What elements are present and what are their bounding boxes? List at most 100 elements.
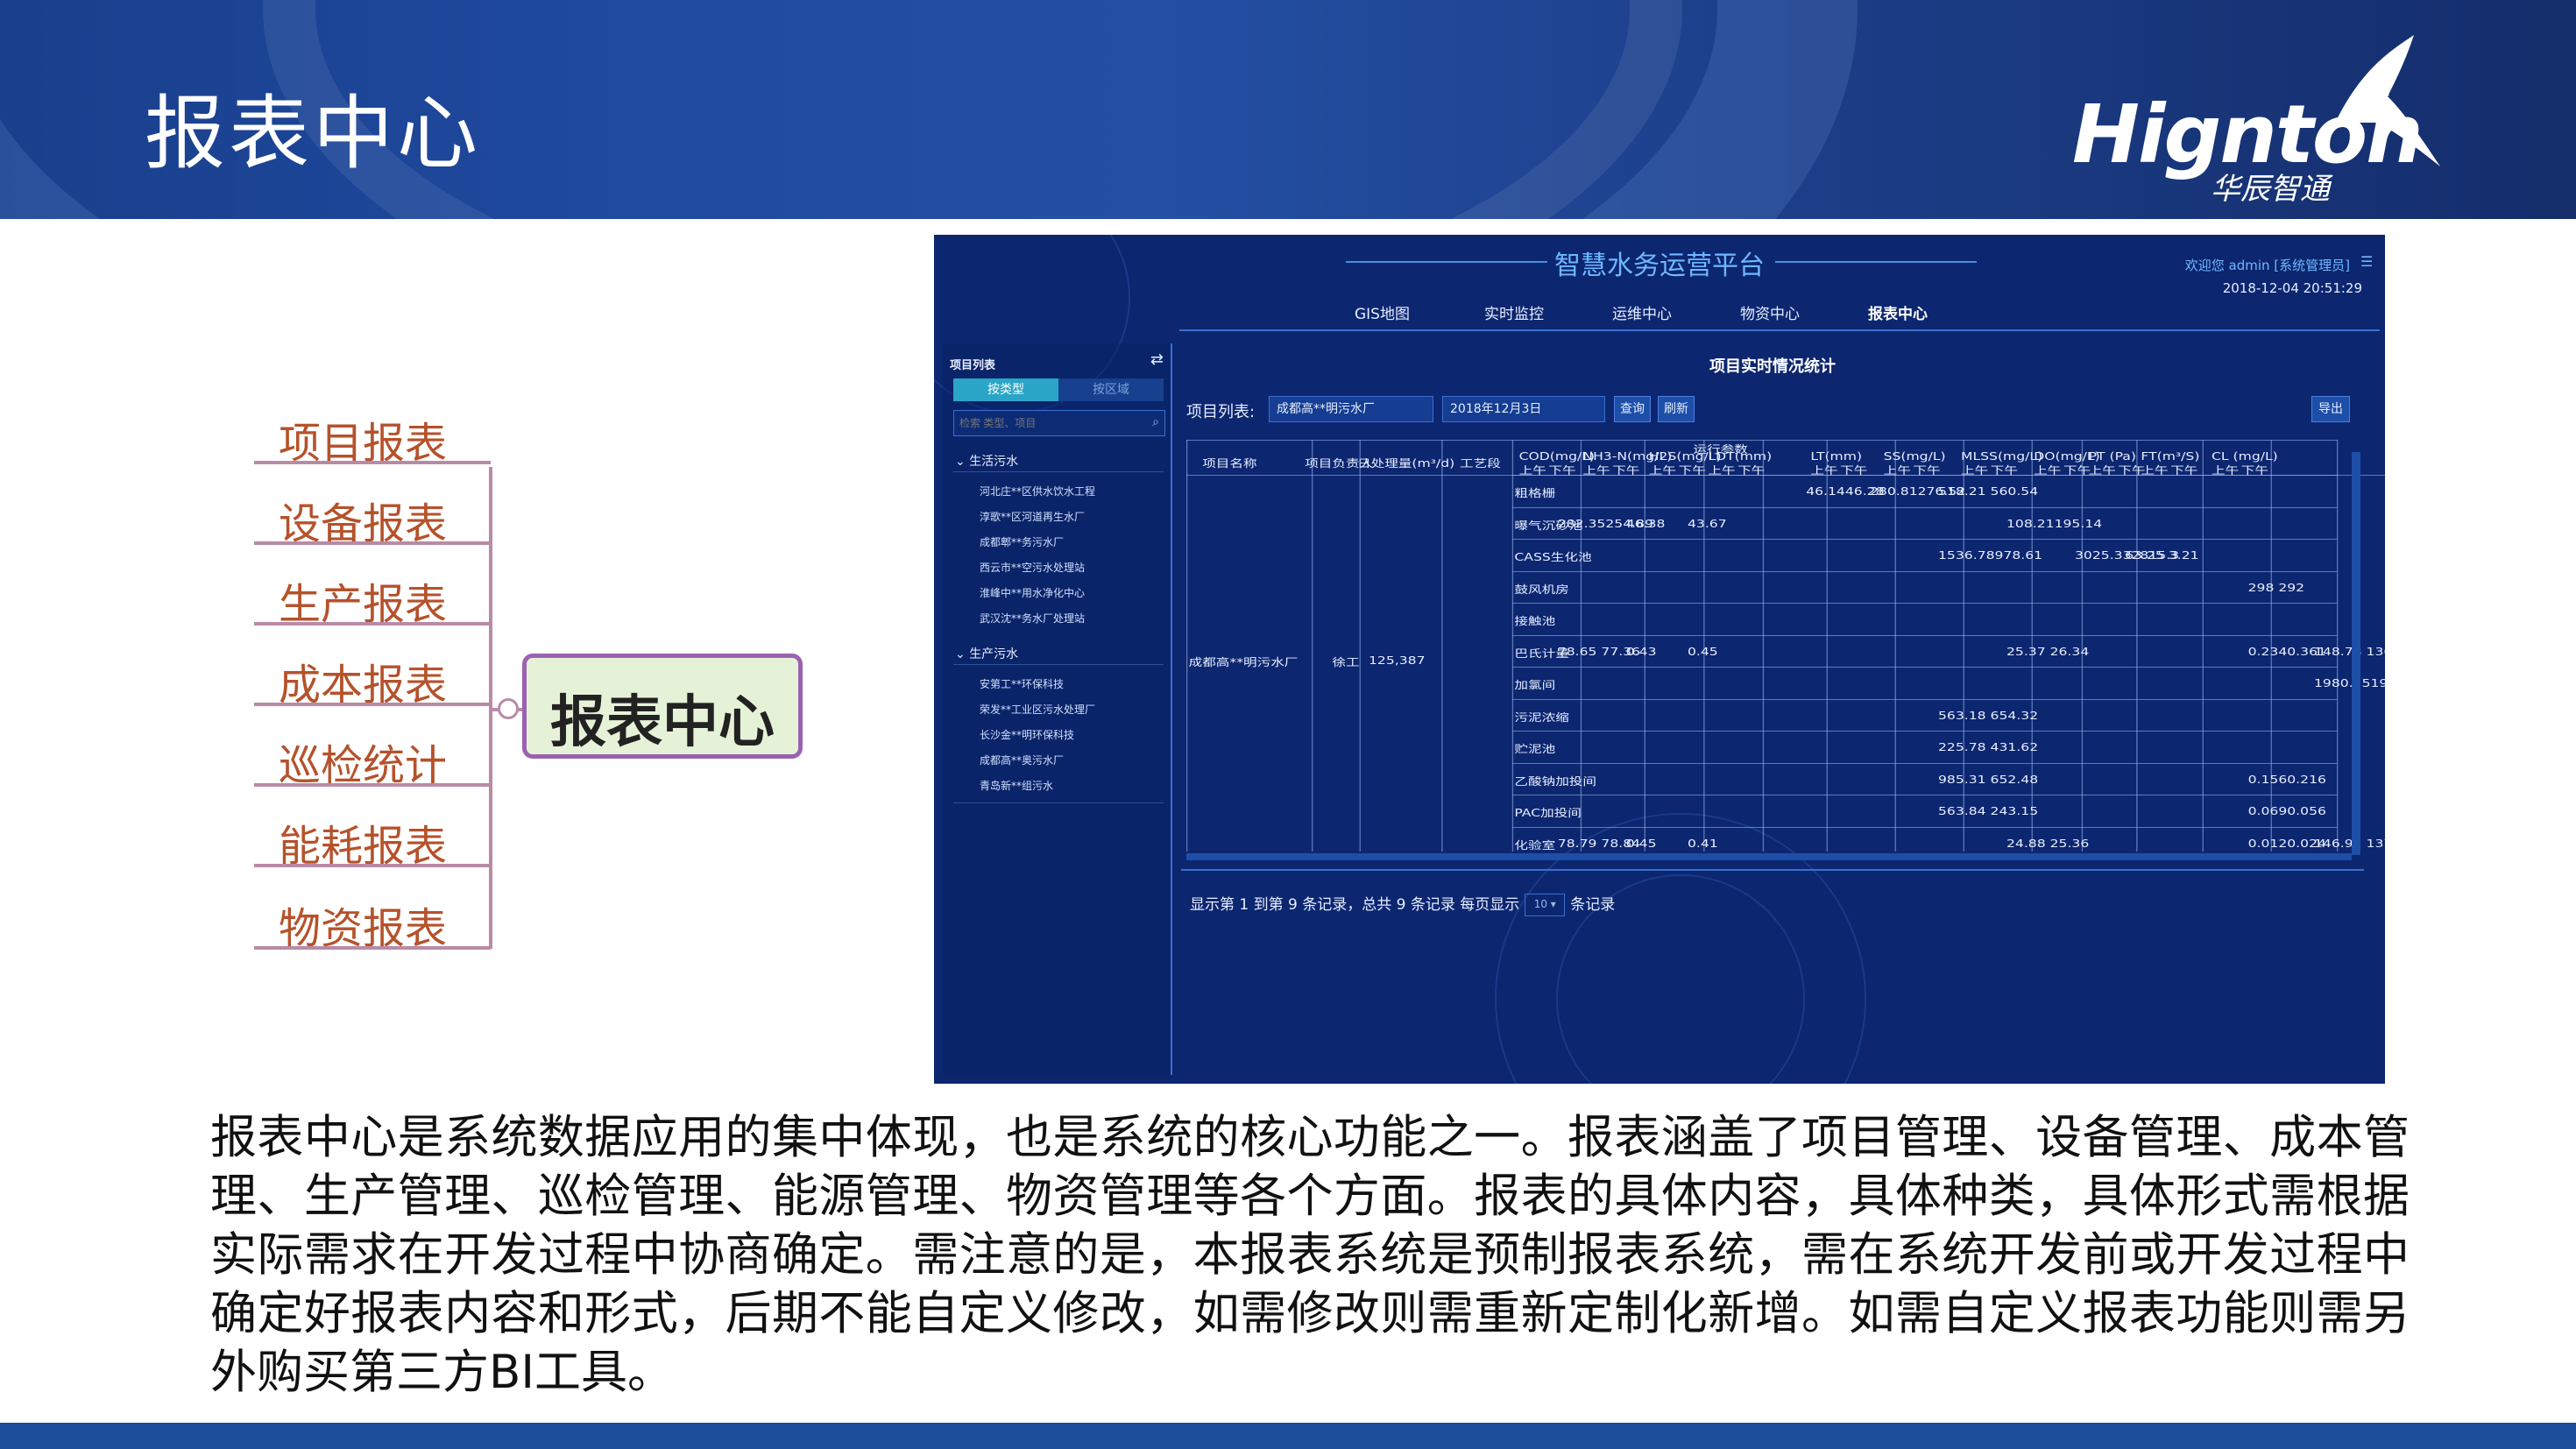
table-grid-line bbox=[1441, 440, 1443, 852]
table-grid-line bbox=[1186, 440, 2337, 441]
table-row-process: 鼓风机房 bbox=[1514, 583, 1569, 596]
nav-report-center[interactable]: 报表中心 bbox=[1868, 301, 1928, 323]
cell-capacity: 125,387 bbox=[1369, 654, 1426, 667]
table-grid-line bbox=[1511, 667, 2337, 668]
table-divider bbox=[1181, 869, 2364, 871]
mindmap-center-label: 报表中心 bbox=[550, 690, 775, 755]
tree-group-domestic[interactable]: ⌄ 生活污水 bbox=[955, 452, 1018, 470]
cell-manager: 徐工 bbox=[1332, 656, 1360, 668]
tree-item[interactable]: 淳歌**区河道再生水厂 bbox=[980, 509, 1085, 524]
tree-item[interactable]: 河北庄**区供水饮水工程 bbox=[980, 484, 1095, 498]
table-grid-line bbox=[1511, 539, 2337, 540]
mindmap-item-production-report: 生产报表 bbox=[254, 564, 491, 629]
table-row-process: 乙酸钠加投间 bbox=[1514, 774, 1597, 788]
project-filter-label: 项目列表: bbox=[1186, 403, 1256, 421]
company-logo: Hignton 华辰智通 bbox=[2072, 35, 2440, 207]
table-cell: 0.45 bbox=[1688, 645, 1718, 658]
mindmap-item-energy-report: 能耗报表 bbox=[254, 806, 491, 871]
export-button[interactable]: 导出 bbox=[2311, 396, 2350, 422]
tree-divider bbox=[953, 664, 1164, 665]
table-header-project: 项目名称 bbox=[1202, 457, 1257, 470]
table-grid-line bbox=[1359, 440, 1361, 852]
table-cell: 148.78 136.55 bbox=[2314, 645, 2385, 658]
mindmap-item-inspection-stats: 巡检统计 bbox=[254, 725, 491, 790]
table-grid-line bbox=[1826, 440, 1828, 852]
nav-gis-map[interactable]: GIS地图 bbox=[1355, 301, 1410, 323]
tab-by-type[interactable]: 按类型 bbox=[953, 378, 1058, 401]
tree-item[interactable]: 成都郫**务污水厂 bbox=[980, 534, 1064, 549]
page-size-select[interactable]: 10 ▾ bbox=[1525, 894, 1566, 916]
search-icon[interactable]: ⌕ bbox=[1152, 415, 1159, 429]
date-picker[interactable]: 2018年12月3日 bbox=[1442, 396, 1605, 422]
slide-title: 报表中心 bbox=[145, 87, 482, 180]
tree-item[interactable]: 长沙金**明环保科技 bbox=[980, 727, 1074, 742]
table-grid-line bbox=[1511, 570, 2337, 572]
top-nav: GIS地图 实时监控 运维中心 物资中心 报表中心 bbox=[1355, 301, 1985, 323]
table-header-param: LT(mm) bbox=[1810, 450, 1863, 463]
sidebar-title: 项目列表 bbox=[950, 359, 996, 372]
table-cell: 24.88 25.36 bbox=[2006, 837, 2090, 850]
table-row-process: CASS生化池 bbox=[1514, 551, 1592, 563]
tree-item[interactable]: 青岛新**组污水 bbox=[980, 778, 1053, 793]
table-row-process: 粗格栅 bbox=[1514, 487, 1556, 499]
table-cell: 0.41 bbox=[1688, 837, 1718, 850]
table-grid-line bbox=[1511, 826, 2337, 828]
table-header-capacity: 日处理量(m³/d) bbox=[1357, 457, 1455, 470]
table-cell: 0.43 bbox=[1625, 645, 1657, 658]
tree-item[interactable]: 淮峰中**用水净化中心 bbox=[980, 585, 1085, 600]
project-sidebar: 项目列表 ⇄ 按类型 按区域 ⌕ ⌄ 生活污水 河北庄**区供水饮水工程 淳歌*… bbox=[943, 343, 1172, 1075]
refresh-button[interactable]: 刷新 bbox=[1658, 396, 1695, 422]
description-paragraph: 报表中心是系统数据应用的集中体现，也是系统的核心功能之一。报表涵盖了项目管理、设… bbox=[210, 1111, 2410, 1399]
sidebar-tabs: 按类型 按区域 bbox=[953, 378, 1164, 401]
sidebar-search-input[interactable] bbox=[958, 413, 1136, 433]
table-horizontal-scrollbar[interactable] bbox=[1186, 853, 2352, 860]
table-header-param: CL (mg/L) bbox=[2212, 450, 2278, 463]
table-header-param: SS(mg/L) bbox=[1883, 450, 1946, 463]
table-vertical-scrollbar[interactable] bbox=[2352, 452, 2360, 855]
mindmap-underline bbox=[254, 946, 491, 950]
tree-group-industrial[interactable]: ⌄ 生产污水 bbox=[955, 645, 1018, 662]
table-grid-line bbox=[1511, 698, 2337, 700]
table-cell: 46.38 bbox=[1625, 517, 1666, 530]
report-title: 项目实时情况统计 bbox=[1709, 357, 1836, 376]
table-grid-line bbox=[2136, 440, 2138, 852]
table-grid-line bbox=[1511, 506, 2337, 508]
pagination-info: 显示第 1 到第 9 条记录，总共 9 条记录 每页显示 10 ▾ 条记录 bbox=[1190, 892, 1615, 916]
menu-icon[interactable]: ☰ bbox=[2360, 255, 2374, 269]
table-cell: 146.92 137.65 bbox=[2314, 837, 2385, 850]
tree-item[interactable]: 荣发**工业区污水处理厂 bbox=[980, 702, 1095, 717]
mindmap-center-node: 报表中心 bbox=[522, 654, 803, 759]
tree-item[interactable]: 西云市**空污水处理站 bbox=[980, 560, 1085, 575]
pagination-suffix: 条记录 bbox=[1570, 896, 1616, 914]
nav-material-center[interactable]: 物资中心 bbox=[1740, 301, 1800, 323]
query-button[interactable]: 查询 bbox=[1614, 396, 1651, 422]
tab-by-region[interactable]: 按区域 bbox=[1058, 378, 1164, 401]
table-grid-line bbox=[1762, 440, 1765, 852]
table-grid-line bbox=[1511, 603, 2337, 604]
project-select[interactable]: 成都高**明污水厂 bbox=[1269, 396, 1433, 422]
welcome-user[interactable]: 欢迎您 admin [系统管理员] bbox=[2185, 256, 2350, 274]
tree-group-label: 生产污水 bbox=[969, 647, 1019, 661]
table-cell: 518.21 560.54 bbox=[1938, 485, 2039, 498]
swap-icon[interactable]: ⇄ bbox=[1150, 350, 1164, 369]
tree-group-label: 生活污水 bbox=[969, 455, 1019, 469]
report-main: 项目实时情况统计 项目列表: 成都高**明污水厂 2018年12月3日 查询 刷… bbox=[1181, 343, 2385, 1075]
sidebar-search: ⌕ bbox=[953, 410, 1165, 436]
table-grid-line bbox=[1511, 475, 2337, 476]
nav-realtime-monitor[interactable]: 实时监控 bbox=[1484, 301, 1544, 323]
tree-item[interactable]: 武汉沈**务水厂处理站 bbox=[980, 611, 1085, 626]
nav-ops-center[interactable]: 运维中心 bbox=[1612, 301, 1672, 323]
table-row-process: 接触池 bbox=[1514, 615, 1556, 627]
platform-title: 智慧水务运营平台 bbox=[1554, 251, 1765, 281]
table-cell: 298 292 bbox=[2247, 581, 2305, 594]
table-row-process: 贮泥池 bbox=[1514, 743, 1556, 755]
table-cell: 563.84 243.15 bbox=[1938, 805, 2039, 817]
tree-item[interactable]: 安第工**环保科技 bbox=[980, 676, 1064, 691]
tree-divider bbox=[953, 802, 1164, 803]
table-grid-line bbox=[2202, 440, 2204, 852]
pagination-text: 显示第 1 到第 9 条记录，总共 9 条记录 每页显示 bbox=[1190, 896, 1520, 914]
logo-chinese: 华辰智通 bbox=[2211, 172, 2330, 207]
table-header-param: PT (Pa) bbox=[2088, 450, 2136, 463]
table-cell: 225.78 431.62 bbox=[1938, 741, 2039, 753]
tree-item[interactable]: 成都高**奥污水厂 bbox=[980, 753, 1064, 767]
